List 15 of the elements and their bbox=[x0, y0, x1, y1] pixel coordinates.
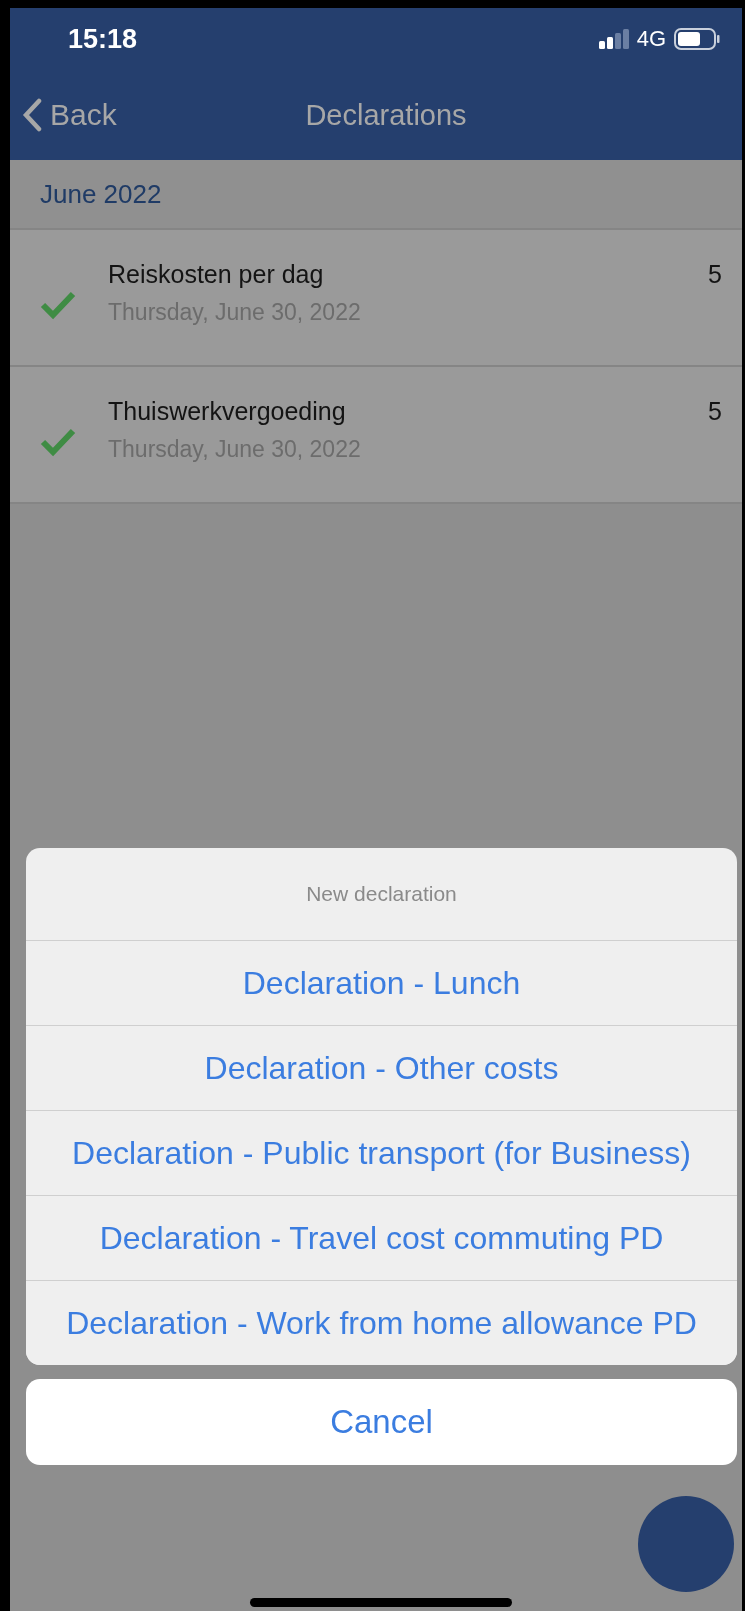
status-time: 15:18 bbox=[68, 23, 138, 55]
chevron-left-icon bbox=[22, 98, 42, 132]
declaration-count: 5 bbox=[708, 260, 722, 289]
declaration-count: 5 bbox=[708, 397, 722, 426]
declaration-title: Reiskosten per dag bbox=[108, 260, 325, 289]
network-label: 4G bbox=[636, 26, 666, 52]
cancel-button[interactable]: Cancel bbox=[26, 1379, 737, 1465]
signal-icon bbox=[598, 28, 629, 50]
page-title: Declarations bbox=[305, 98, 467, 131]
declaration-title: Thuiswerkvergoeding bbox=[108, 397, 347, 426]
action-sheet-title: New declaration bbox=[306, 882, 457, 906]
section-title: June 2022 bbox=[40, 178, 162, 210]
back-button[interactable]: Back bbox=[10, 98, 117, 132]
action-option[interactable]: Declaration - Work from home allowance PD bbox=[26, 1280, 737, 1365]
battery-icon bbox=[674, 27, 720, 51]
